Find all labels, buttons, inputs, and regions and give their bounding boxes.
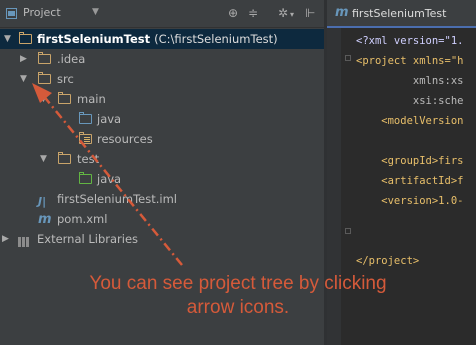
tree-item-label: test: [77, 152, 100, 166]
project-view-selector[interactable]: Project: [23, 6, 61, 19]
tree-row-test-java[interactable]: java: [0, 169, 324, 189]
fold-marker-icon[interactable]: [345, 55, 351, 61]
code-line[interactable]: xsi:sche: [356, 91, 464, 111]
code-line[interactable]: <modelVersion: [356, 111, 463, 131]
expand-arrow-icon[interactable]: ▶: [2, 229, 9, 249]
tree-row-main[interactable]: ▼ main: [0, 89, 324, 109]
folder-icon: [19, 32, 32, 44]
tree-item-label: src: [57, 72, 74, 86]
tree-item-label: main: [77, 92, 106, 106]
source-folder-icon: [79, 112, 92, 124]
annotation-line-2: arrow icons.: [186, 297, 290, 318]
tree-item-label: resources: [97, 132, 153, 146]
maven-file-icon: m: [335, 5, 349, 20]
code-line[interactable]: <artifactId>f: [356, 171, 463, 191]
code-line[interactable]: <version>1.0-: [356, 191, 463, 211]
code-line[interactable]: <?xml version="1.: [356, 31, 463, 51]
tree-item-label: java: [97, 112, 122, 126]
collapse-all-icon[interactable]: ≑: [248, 6, 258, 20]
tree-row-test[interactable]: ▼ test: [0, 149, 324, 169]
tree-row-root[interactable]: ▼ firstSeleniumTest (C:\firstSeleniumTes…: [0, 29, 324, 49]
tree-root-label: firstSeleniumTest (C:\firstSeleniumTest): [37, 32, 278, 46]
collapse-arrow-icon[interactable]: ▼: [40, 89, 47, 109]
tree-row-iml[interactable]: J| firstSeleniumTest.iml: [0, 189, 324, 209]
tree-item-label: firstSeleniumTest.iml: [57, 192, 177, 206]
code-line[interactable]: <project xmlns="h: [356, 51, 463, 71]
resources-folder-icon: [79, 132, 92, 144]
tree-item-label: java: [97, 172, 122, 186]
folder-icon: [38, 52, 51, 64]
test-folder-icon: [79, 172, 92, 184]
annotation-callout: You can see project tree by clicking arr…: [0, 272, 476, 320]
code-line[interactable]: xmlns:xs: [356, 71, 464, 91]
project-panel-header: Project ▼ ⊕ ≑ ✲ ▾ ⊩: [0, 0, 324, 28]
collapse-arrow-icon[interactable]: ▼: [40, 149, 47, 169]
settings-dropdown-icon[interactable]: ▾: [290, 8, 294, 22]
tree-row-src[interactable]: ▼ src: [0, 69, 324, 89]
collapse-arrow-icon[interactable]: ▼: [20, 69, 27, 89]
folder-icon: [58, 92, 71, 104]
settings-gear-icon[interactable]: ✲: [278, 6, 288, 20]
editor-tab-bar: m firstSeleniumTest: [327, 0, 476, 28]
tree-item-label: .idea: [57, 52, 86, 66]
folder-icon: [58, 152, 71, 164]
library-icon: [18, 234, 31, 247]
expand-arrow-icon[interactable]: ▶: [20, 49, 27, 69]
maven-file-icon: m: [38, 212, 52, 227]
fold-marker-icon[interactable]: [345, 228, 351, 234]
tree-row-pom[interactable]: m pom.xml: [0, 209, 324, 229]
editor-tab-pom[interactable]: firstSeleniumTest: [352, 7, 446, 20]
tree-item-label: External Libraries: [37, 232, 139, 246]
folder-icon: [38, 72, 51, 84]
code-line[interactable]: </project>: [356, 251, 419, 271]
annotation-line-1: You can see project tree by clicking: [89, 273, 387, 294]
tree-row-main-java[interactable]: java: [0, 109, 324, 129]
hide-panel-icon[interactable]: ⊩: [305, 6, 315, 20]
tree-row-idea[interactable]: ▶ .idea: [0, 49, 324, 69]
locate-icon[interactable]: ⊕: [228, 6, 238, 20]
collapse-arrow-icon[interactable]: ▼: [4, 29, 11, 49]
tree-row-external-libraries[interactable]: ▶ External Libraries: [0, 229, 324, 249]
tree-item-label: pom.xml: [57, 212, 108, 226]
code-line[interactable]: <groupId>firs: [356, 151, 463, 171]
project-view-icon: [6, 8, 17, 19]
tree-row-resources[interactable]: resources: [0, 129, 324, 149]
chevron-down-icon[interactable]: ▼: [92, 7, 99, 17]
